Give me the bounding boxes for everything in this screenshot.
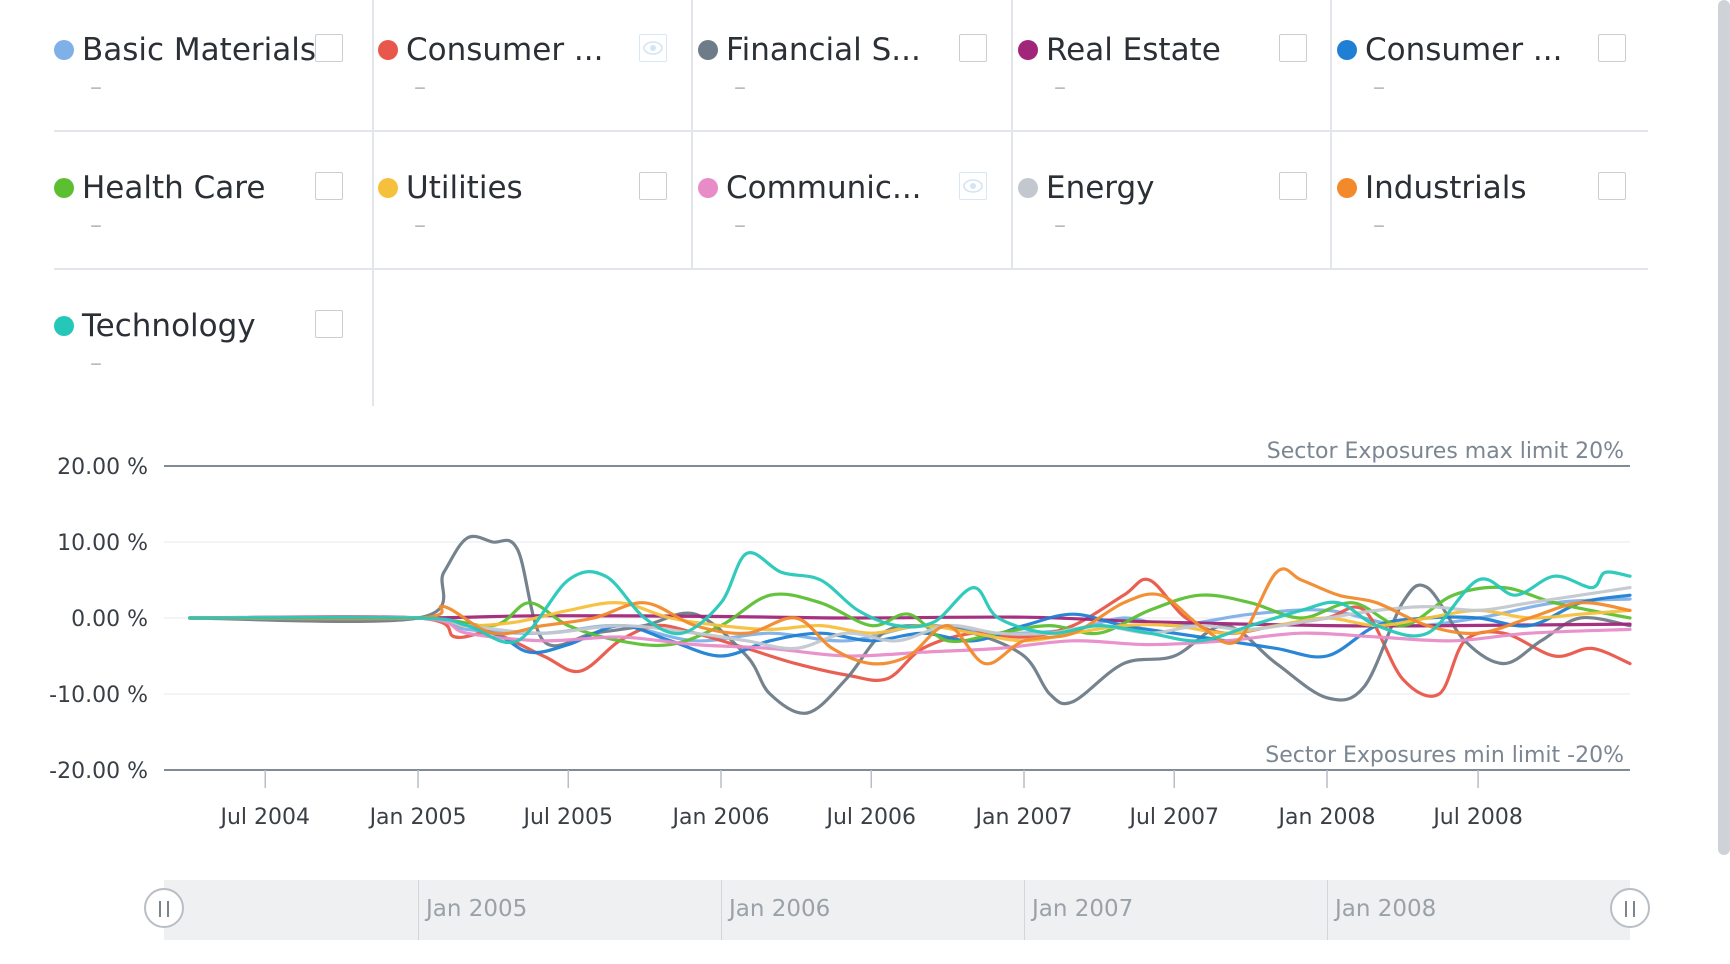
legend-row-divider (54, 130, 1648, 132)
x-tick-label: Jul 2007 (1127, 805, 1219, 830)
limit-lines: Sector Exposures max limit 20% Sector Exp… (164, 439, 1630, 771)
legend-item[interactable]: Health Care – (48, 148, 368, 268)
legend-value: – (90, 211, 102, 239)
y-tick-label: 0.00 % (71, 607, 148, 632)
legend-item[interactable]: Consumer ... – (372, 10, 692, 130)
legend-checkbox[interactable] (1598, 34, 1626, 62)
navigator-label: Jan 2005 (426, 896, 528, 922)
navigator-right-handle[interactable] (1610, 888, 1650, 928)
x-tick-label: Jan 2008 (1277, 805, 1376, 830)
legend-checkbox[interactable] (315, 34, 343, 62)
series-line (188, 551, 1632, 645)
x-tick-label: Jan 2007 (974, 805, 1073, 830)
legend-name: Consumer ... (1365, 32, 1563, 68)
legend-item[interactable]: Industrials – (1331, 148, 1651, 268)
x-axis: Jul 2004 Jan 2005 Jul 2005 Jan 2006 Jul 2006… (219, 770, 1523, 830)
legend-column-divider (372, 268, 374, 406)
legend-checkbox[interactable] (1279, 172, 1307, 200)
legend-item[interactable]: Communic... – (692, 148, 1012, 268)
navigator-divider (418, 880, 420, 940)
legend-value: – (90, 349, 102, 377)
page-scrollbar[interactable] (1718, 0, 1730, 855)
limit-line-label: Sector Exposures min limit -20% (1265, 743, 1624, 768)
legend-visibility-eye-icon[interactable] (959, 172, 987, 200)
legend-name: Technology (82, 308, 256, 344)
legend-column-divider (1330, 0, 1332, 268)
y-axis: 20.00 % 10.00 % 0.00 % -10.00 % -20.00 % (49, 455, 148, 784)
series-lines (188, 534, 1632, 715)
legend-value: – (734, 211, 746, 239)
legend-name: Energy (1046, 170, 1155, 206)
legend-item[interactable]: Consumer ... – (1331, 10, 1651, 130)
legend-value: – (414, 73, 426, 101)
legend-color-dot (378, 40, 398, 60)
eye-icon (643, 41, 663, 55)
legend-checkbox[interactable] (315, 172, 343, 200)
legend-checkbox[interactable] (959, 34, 987, 62)
legend-color-dot (698, 40, 718, 60)
legend-color-dot (54, 178, 74, 198)
y-tick-label: 10.00 % (57, 531, 148, 556)
legend-value: – (1054, 211, 1066, 239)
legend-checkbox[interactable] (315, 310, 343, 338)
y-tick-label: 20.00 % (57, 455, 148, 480)
limit-line-label: Sector Exposures max limit 20% (1267, 439, 1624, 464)
legend-visibility-eye-icon[interactable] (639, 34, 667, 62)
legend-value: – (414, 211, 426, 239)
legend-color-dot (1337, 178, 1357, 198)
legend-value: – (1373, 73, 1385, 101)
x-tick-label: Jan 2006 (671, 805, 770, 830)
legend-column-divider (1011, 0, 1013, 268)
legend-color-dot (54, 316, 74, 336)
legend-color-dot (698, 178, 718, 198)
x-tick-label: Jul 2008 (1431, 805, 1523, 830)
sector-legend-grid: Basic Materials – Consumer ... – Financial S… (0, 0, 1730, 410)
legend-name: Communic... (726, 170, 922, 206)
navigator-left-handle[interactable] (144, 888, 184, 928)
legend-name: Consumer ... (406, 32, 604, 68)
legend-column-divider (691, 0, 693, 268)
navigator-label: Jan 2008 (1335, 896, 1437, 922)
legend-color-dot (378, 178, 398, 198)
x-tick-label: Jul 2005 (522, 805, 614, 830)
legend-value: – (90, 73, 102, 101)
navigator-divider (1327, 880, 1328, 940)
eye-icon (963, 179, 983, 193)
range-navigator[interactable]: Jan 2005 Jan 2006 Jan 2007 Jan 2008 (164, 880, 1630, 940)
legend-value: – (734, 73, 746, 101)
legend-item[interactable]: Real Estate – (1012, 10, 1332, 130)
legend-item[interactable]: Financial S... – (692, 10, 1012, 130)
legend-value: – (1054, 73, 1066, 101)
legend-color-dot (1018, 178, 1038, 198)
legend-row-divider (54, 268, 1648, 270)
x-tick-label: Jan 2005 (368, 805, 467, 830)
navigator-label: Jan 2007 (1032, 896, 1134, 922)
sector-exposure-chart: Sector Exposures max limit 20% Sector Exp… (49, 439, 1632, 830)
legend-name: Real Estate (1046, 32, 1221, 68)
legend-checkbox[interactable] (1279, 34, 1307, 62)
x-tick-label: Jul 2006 (825, 805, 917, 830)
legend-name: Health Care (82, 170, 266, 206)
legend-color-dot (1337, 40, 1357, 60)
legend-color-dot (1018, 40, 1038, 60)
legend-name: Industrials (1365, 170, 1527, 206)
navigator-divider (1024, 880, 1025, 940)
legend-item[interactable]: Basic Materials – (48, 10, 368, 130)
legend-item[interactable]: Technology – (48, 286, 368, 406)
legend-checkbox[interactable] (639, 172, 667, 200)
legend-column-divider (372, 0, 374, 268)
legend-checkbox[interactable] (1598, 172, 1626, 200)
legend-color-dot (54, 40, 74, 60)
legend-item[interactable]: Energy – (1012, 148, 1332, 268)
y-tick-label: -10.00 % (49, 683, 148, 708)
legend-name: Utilities (406, 170, 523, 206)
legend-value: – (1373, 211, 1385, 239)
legend-item[interactable]: Utilities – (372, 148, 692, 268)
navigator-divider (721, 880, 722, 940)
x-tick-label: Jul 2004 (219, 805, 311, 830)
legend-name: Financial S... (726, 32, 921, 68)
navigator-label: Jan 2006 (729, 896, 831, 922)
y-tick-label: -20.00 % (49, 759, 148, 784)
legend-name: Basic Materials (82, 32, 317, 68)
